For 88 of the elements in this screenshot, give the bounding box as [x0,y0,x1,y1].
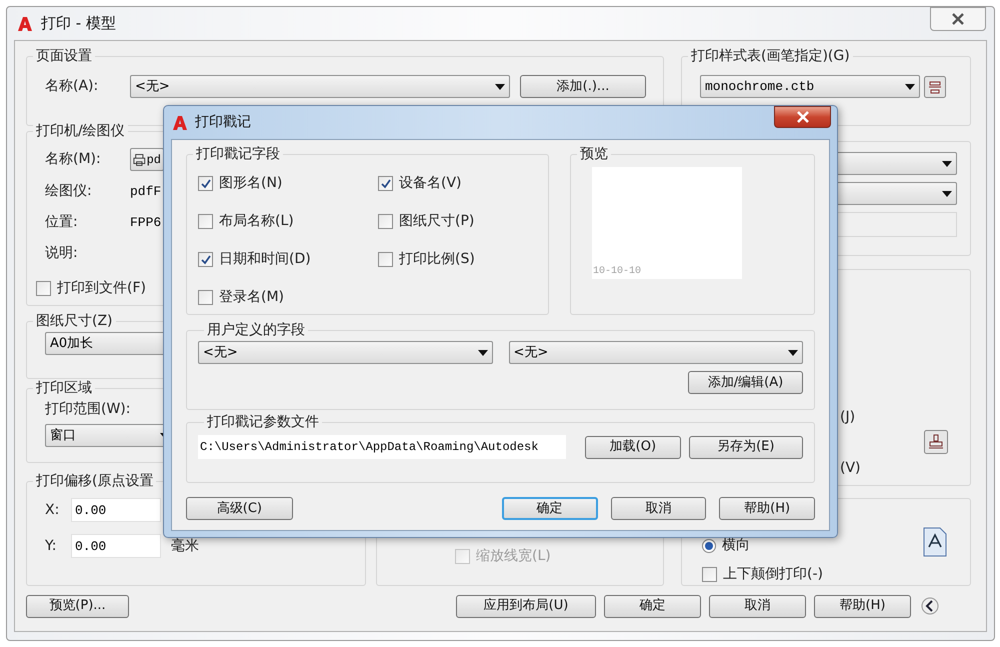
button[interactable]: 取消 [610,497,706,520]
group-title: 打印戳记字段 [193,145,283,163]
label: 毫米 [171,536,199,556]
checkbox-label: 图形名(N) [219,174,282,193]
checkbox-label: 打印比例(S) [399,250,475,269]
dropdown[interactable]: <无> [130,75,510,98]
label: 说明: [45,244,78,263]
checkbox-label: 上下颠倒打印(-) [723,565,823,584]
label: 名称(A): [45,77,100,96]
button[interactable]: 帮助(H) [719,497,815,520]
button[interactable]: 取消 [709,594,806,618]
group-title: 用户定义的字段 [204,321,308,339]
label: 名称(M): [45,150,102,169]
group-title: 打印戳记参数文件 [204,413,322,431]
y-offset-field[interactable]: 0.00 [71,534,161,558]
close-icon [951,13,965,25]
button[interactable]: 高级(C) [186,497,293,520]
checkmark-icon [200,178,210,188]
button[interactable]: 另存为(E) [688,436,803,458]
chevron-left-icon[interactable] [921,597,939,615]
group-title: 打印区域 [33,379,95,397]
checkbox-label: 打印到文件(F) [57,279,146,298]
checkbox[interactable] [378,176,393,191]
checkbox-label: 设备名(V) [399,174,462,193]
dropdown[interactable]: <无> [198,341,492,364]
close-button[interactable] [774,106,831,128]
group-title: 打印偏移(原点设置 [33,472,156,490]
group-title: 图纸尺寸(Z) [33,312,116,330]
printer-icon [133,152,146,166]
label: (V) [840,459,861,478]
checkbox[interactable] [198,290,213,305]
checkbox-label: 布局名称(L) [219,212,294,231]
button[interactable]: 应用到布局(U) [456,594,596,618]
label: 横向 [722,536,750,555]
value-text: FPP6 [130,214,162,232]
checkbox-label: 日期和时间(D) [219,250,311,269]
checkbox-label: 缩放线宽(L) [476,547,551,566]
preview-sample-text: 10-10-10 [593,265,642,279]
button[interactable]: 添加/编辑(A) [688,371,803,394]
label: X: [45,500,60,520]
label: 位置: [45,213,79,232]
group-title: 打印样式表(画笔指定)(G) [688,47,853,65]
caret-icon [905,84,915,90]
dropdown[interactable]: <无> [508,341,803,364]
checkbox-label: 登录名(M) [219,288,284,307]
group-title: 预览 [577,145,611,163]
caret-icon [942,190,952,196]
caret-icon [942,160,952,166]
group-title: 页面设置 [33,47,95,65]
dialog-title: 打印戳记 [195,113,251,132]
caret-icon [788,350,798,356]
stamp-icon[interactable] [924,430,948,454]
checkbox[interactable] [378,252,393,267]
button[interactable]: 确定 [502,497,598,520]
checkbox[interactable] [36,281,51,296]
close-button[interactable] [930,7,986,31]
x-offset-field[interactable]: 0.00 [71,498,161,522]
dropdown[interactable]: monochrome.ctb [700,75,920,98]
value-text: pdfF [130,182,162,201]
checkbox[interactable] [198,252,213,267]
radio-button[interactable] [702,538,716,552]
caret-icon [495,84,505,90]
label: 绘图仪: [45,182,93,201]
label: (J) [840,408,856,427]
button[interactable]: 确定 [604,594,701,618]
path-field[interactable]: C:\Users\Administrator\AppData\Roaming\Autodesk [198,435,566,459]
page-letter-icon [923,527,947,557]
button[interactable]: 添加(.)... [520,75,646,98]
group-title: 打印机/绘图仪 [33,122,128,140]
logo-icon [172,114,188,130]
checkbox[interactable] [702,567,717,582]
logo-icon [17,16,33,32]
button[interactable]: 加载(O) [585,436,681,458]
edit-table-icon[interactable] [924,76,946,98]
caret-icon [478,350,488,356]
dropdown[interactable]: pd [130,148,164,171]
button[interactable]: 帮助(H) [814,594,911,618]
label: Y: [45,536,58,556]
checkmark-icon [200,254,210,264]
close-icon [796,111,810,123]
checkbox[interactable] [198,214,213,229]
button[interactable]: 预览(P)... [26,594,129,618]
checkbox[interactable] [198,176,213,191]
checkbox-label: 图纸尺寸(P) [399,212,474,231]
checkmark-icon [380,178,390,188]
window-title: 打印 - 模型 [41,13,116,34]
checkbox[interactable] [378,214,393,229]
label: 打印范围(W): [45,400,132,419]
